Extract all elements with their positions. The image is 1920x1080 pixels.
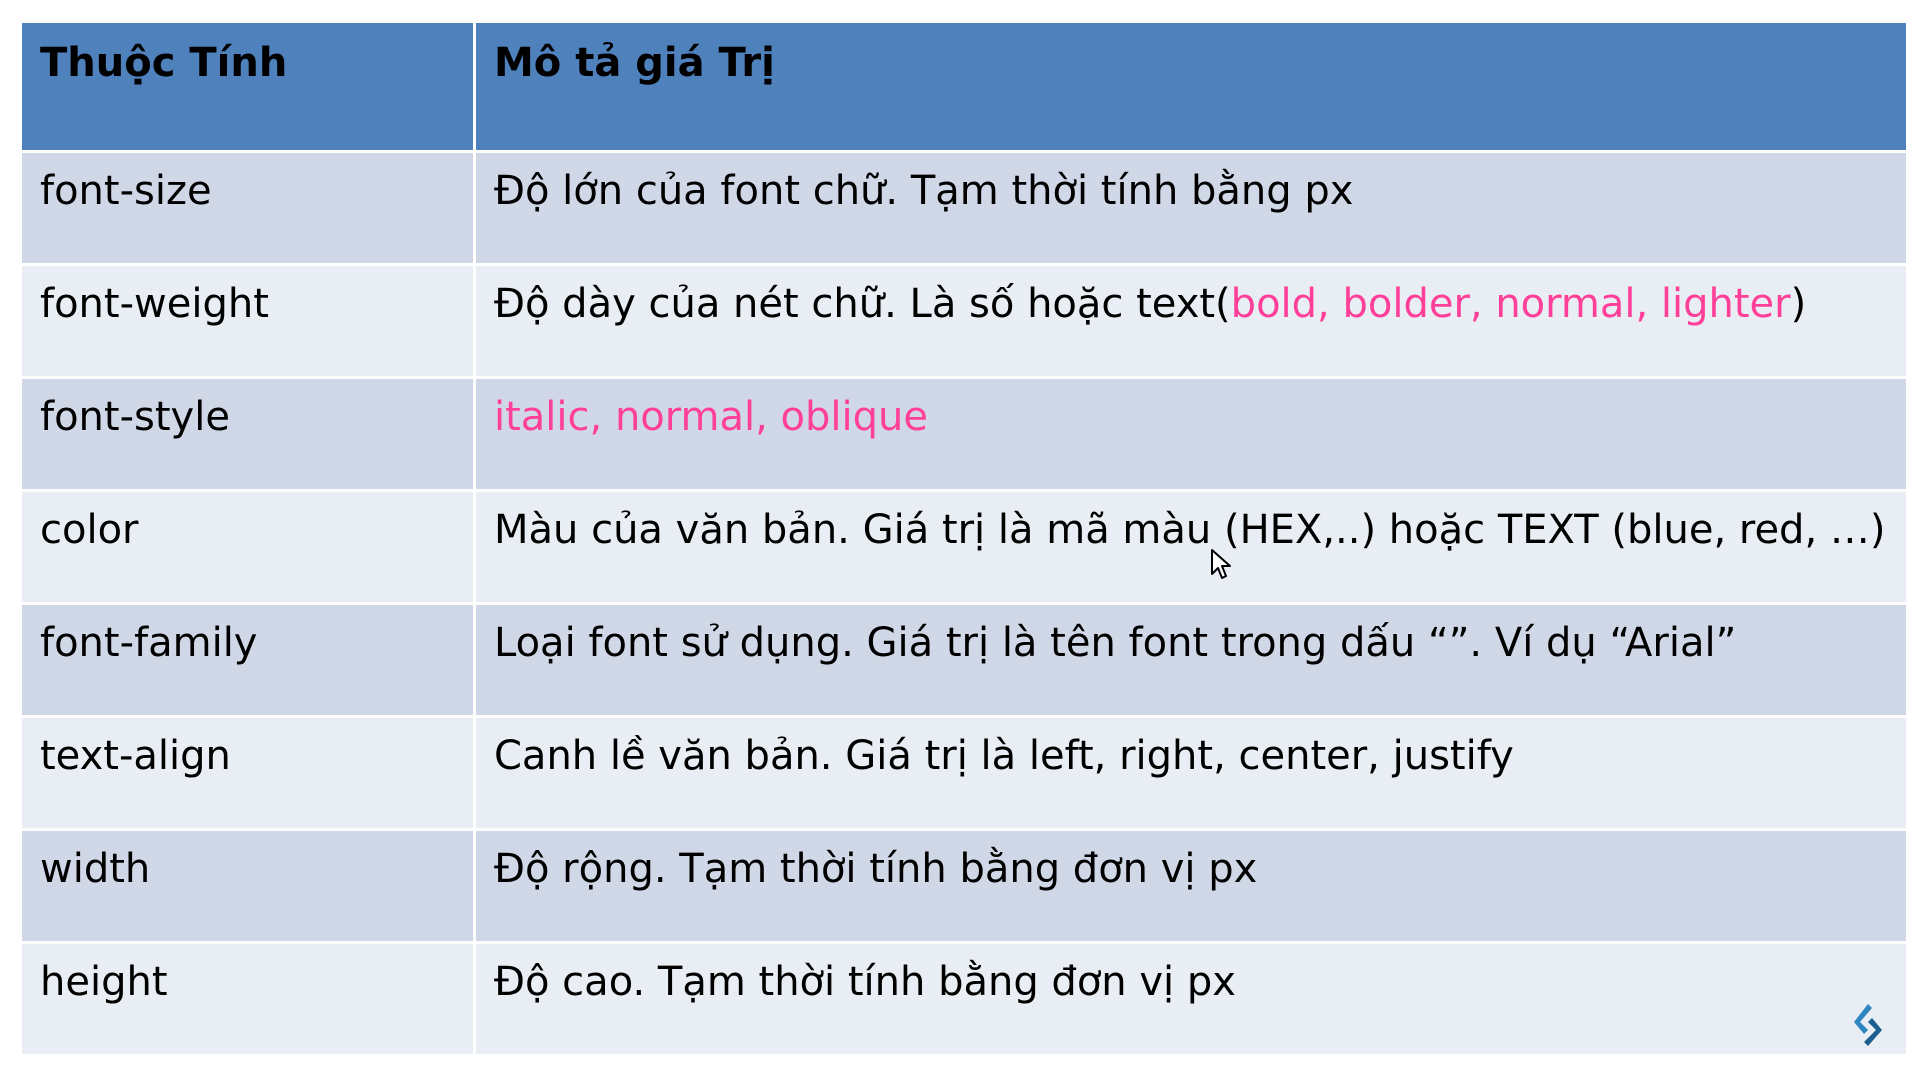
description-suffix: ) bbox=[1790, 281, 1807, 327]
description-prefix: Độ dày của nét chữ. Là số hoặc text( bbox=[494, 281, 1231, 327]
table-row: font-family Loại font sử dụng. Giá trị l… bbox=[19, 602, 1909, 718]
header-property-label: Thuộc Tính bbox=[40, 40, 288, 86]
table-row: font-weight Độ dày của nét chữ. Là số ho… bbox=[19, 263, 1909, 379]
property-name: font-style bbox=[40, 394, 230, 440]
description-cell: italic, normal, oblique bbox=[473, 376, 1909, 492]
header-row: Thuộc Tính Mô tả giá Trị bbox=[19, 20, 1909, 153]
property-description: Độ cao. Tạm thời tính bằng đơn vị px bbox=[494, 959, 1236, 1005]
property-cell: color bbox=[19, 489, 476, 605]
table-row: font-size Độ lớn của font chữ. Tạm thời … bbox=[19, 150, 1909, 266]
header-description-label: Mô tả giá Trị bbox=[494, 40, 775, 86]
table-body: font-size Độ lớn của font chữ. Tạm thời … bbox=[19, 150, 1909, 1057]
property-description: Màu của văn bản. Giá trị là mã màu (HEX,… bbox=[494, 507, 1886, 553]
table-header: Thuộc Tính Mô tả giá Trị bbox=[19, 20, 1909, 153]
property-name: text-align bbox=[40, 733, 231, 779]
mouse-pointer-icon bbox=[1211, 549, 1231, 579]
slide: Thuộc Tính Mô tả giá Trị font-size Độ lớ… bbox=[0, 0, 1920, 1080]
description-cell: Độ dày của nét chữ. Là số hoặc text(bold… bbox=[473, 263, 1909, 379]
property-name: font-size bbox=[40, 168, 212, 214]
property-name: font-weight bbox=[40, 281, 269, 327]
table-row: text-align Canh lề văn bản. Giá trị là l… bbox=[19, 715, 1909, 831]
css-properties-table: Thuộc Tính Mô tả giá Trị font-size Độ lớ… bbox=[19, 20, 1909, 1057]
property-name: color bbox=[40, 507, 139, 553]
table-row: width Độ rộng. Tạm thời tính bằng đơn vị… bbox=[19, 828, 1909, 944]
property-cell: font-style bbox=[19, 376, 476, 492]
header-cell-description: Mô tả giá Trị bbox=[473, 20, 1909, 153]
property-cell: font-size bbox=[19, 150, 476, 266]
brand-logo-icon bbox=[1854, 1004, 1882, 1046]
property-name: width bbox=[40, 846, 151, 892]
property-cell: font-weight bbox=[19, 263, 476, 379]
property-cell: height bbox=[19, 941, 476, 1057]
description-cell: Màu của văn bản. Giá trị là mã màu (HEX,… bbox=[473, 489, 1909, 605]
property-description: Loại font sử dụng. Giá trị là tên font t… bbox=[494, 620, 1737, 666]
property-cell: font-family bbox=[19, 602, 476, 718]
table-row: font-style italic, normal, oblique bbox=[19, 376, 1909, 492]
property-name: font-family bbox=[40, 620, 258, 666]
description-highlight-values: italic, normal, oblique bbox=[494, 394, 928, 440]
property-description: Độ dày của nét chữ. Là số hoặc text(bold… bbox=[476, 280, 1906, 328]
property-description: Độ rộng. Tạm thời tính bằng đơn vị px bbox=[494, 846, 1258, 892]
description-cell: Canh lề văn bản. Giá trị là left, right,… bbox=[473, 715, 1909, 831]
property-description: Độ lớn của font chữ. Tạm thời tính bằng … bbox=[494, 168, 1354, 214]
property-cell: text-align bbox=[19, 715, 476, 831]
header-cell-property: Thuộc Tính bbox=[19, 20, 476, 153]
property-description: Canh lề văn bản. Giá trị là left, right,… bbox=[494, 733, 1514, 779]
description-cell: Loại font sử dụng. Giá trị là tên font t… bbox=[473, 602, 1909, 718]
description-cell: Độ cao. Tạm thời tính bằng đơn vị px bbox=[473, 941, 1909, 1057]
property-cell: width bbox=[19, 828, 476, 944]
table-row: height Độ cao. Tạm thời tính bằng đơn vị… bbox=[19, 941, 1909, 1057]
description-highlight-values: bold, bolder, normal, lighter bbox=[1230, 281, 1791, 327]
table-row: color Màu của văn bản. Giá trị là mã màu… bbox=[19, 489, 1909, 605]
description-cell: Độ lớn của font chữ. Tạm thời tính bằng … bbox=[473, 150, 1909, 266]
property-name: height bbox=[40, 959, 168, 1005]
description-cell: Độ rộng. Tạm thời tính bằng đơn vị px bbox=[473, 828, 1909, 944]
